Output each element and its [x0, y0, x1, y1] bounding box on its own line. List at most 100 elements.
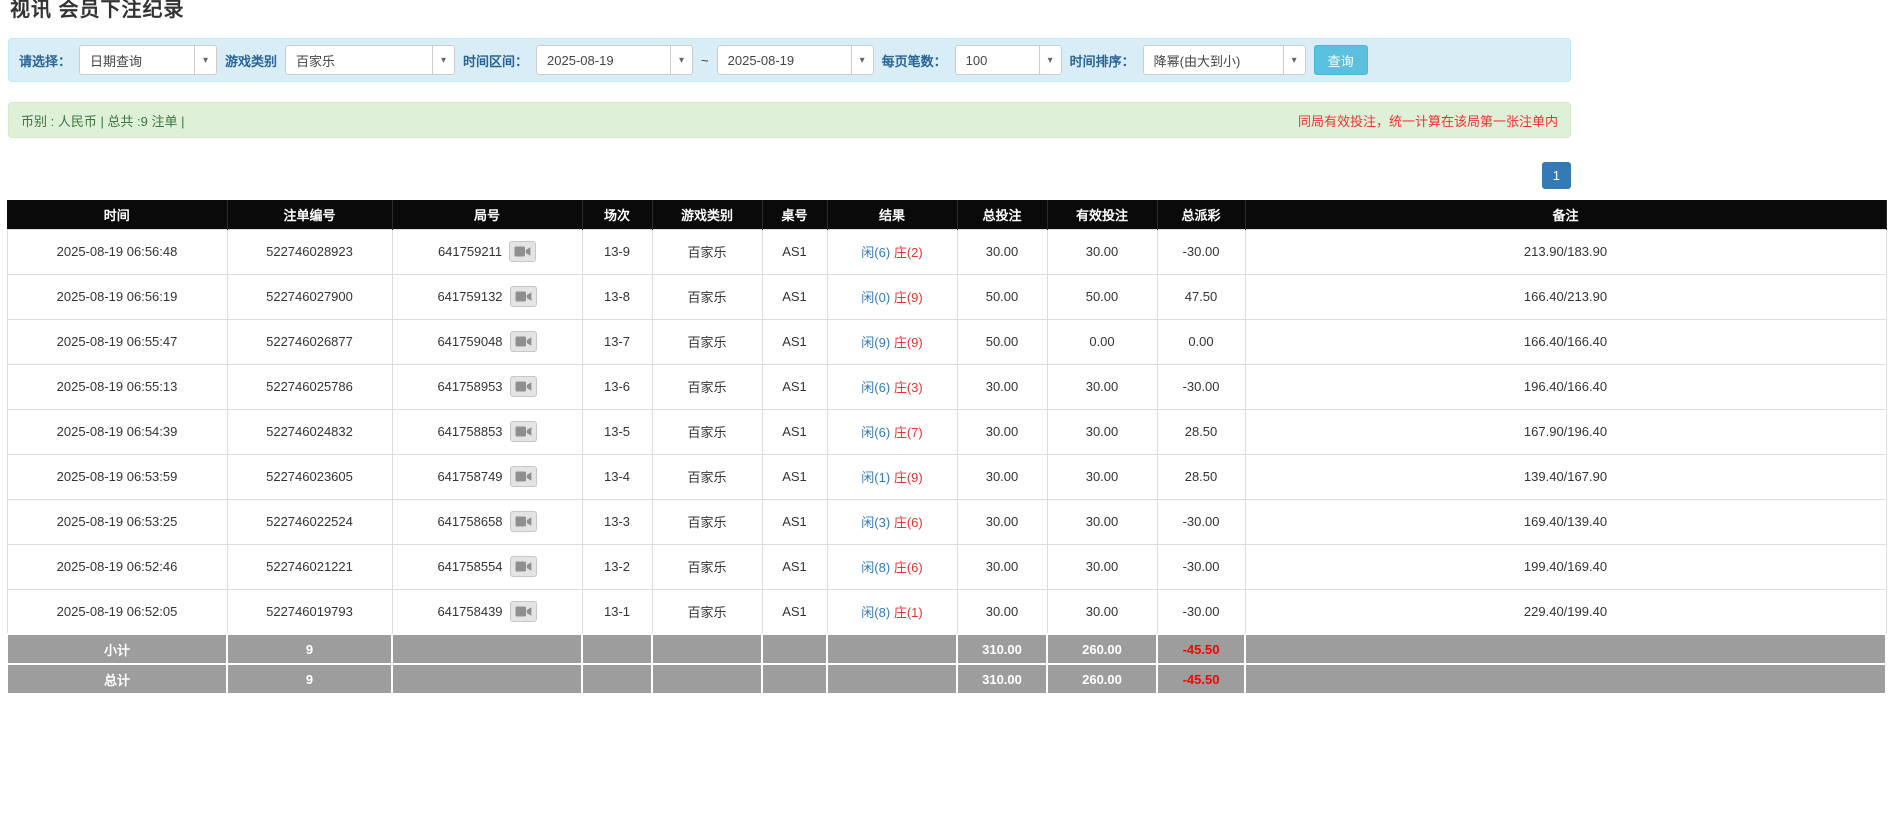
round-number: 641758658 — [437, 514, 502, 529]
total-bet-cell[interactable]: 50.00 — [957, 274, 1047, 319]
bet-id-cell: 522746028923 — [227, 229, 392, 274]
note-cell: 139.40/167.90 — [1245, 454, 1886, 499]
per-page-select[interactable]: 100 ▾ — [955, 45, 1062, 75]
round-cell: 641758749 — [392, 454, 582, 499]
banker-result: 庄(1) — [894, 605, 923, 620]
column-header: 有效投注 — [1047, 200, 1157, 229]
query-button[interactable]: 查询 — [1314, 45, 1368, 75]
round-number: 641759211 — [438, 244, 502, 259]
total-bet-cell[interactable]: 30.00 — [957, 364, 1047, 409]
total-bet-cell[interactable]: 30.00 — [957, 454, 1047, 499]
payout-cell: -30.00 — [1157, 544, 1245, 589]
table-number-cell: AS1 — [762, 274, 827, 319]
valid-bet-notice: 同局有效投注，统一计算在该局第一张注单内 — [1298, 111, 1558, 130]
table-row: 2025-08-19 06:53:25522746022524641758658… — [7, 499, 1886, 544]
note-cell: 229.40/199.40 — [1245, 589, 1886, 634]
footer-empty-cell — [652, 634, 762, 664]
footer-empty-cell — [582, 664, 652, 694]
game-type-cell: 百家乐 — [652, 229, 762, 274]
time-cell: 2025-08-19 06:53:59 — [7, 454, 227, 499]
table-row: 2025-08-19 06:54:39522746024832641758853… — [7, 409, 1886, 454]
bet-id-cell: 522746027900 — [227, 274, 392, 319]
round-number: 641759048 — [437, 334, 502, 349]
session-cell: 13-5 — [582, 409, 652, 454]
total-bet-cell[interactable]: 30.00 — [957, 499, 1047, 544]
player-result: 闲(3) — [861, 515, 890, 530]
table-row: 2025-08-19 06:53:59522746023605641758749… — [7, 454, 1886, 499]
date-to-select[interactable]: 2025-08-19 ▾ — [717, 45, 874, 75]
total-bet-cell[interactable]: 30.00 — [957, 229, 1047, 274]
video-replay-button[interactable] — [509, 241, 536, 262]
filter-bar: 请选择： 日期查询 ▾ 游戏类别 百家乐 ▾ 时间区间： 2025-08-19 … — [8, 38, 1571, 82]
banker-result: 庄(9) — [894, 470, 923, 485]
session-cell: 13-3 — [582, 499, 652, 544]
date-from-value: 2025-08-19 — [537, 53, 670, 68]
footer-valid-bet: 260.00 — [1047, 634, 1157, 664]
table-number-cell: AS1 — [762, 589, 827, 634]
video-replay-button[interactable] — [510, 601, 537, 622]
sort-order-value: 降幂(由大到小) — [1144, 51, 1283, 70]
time-cell: 2025-08-19 06:55:47 — [7, 319, 227, 364]
video-camera-icon — [515, 515, 532, 528]
sort-order-select[interactable]: 降幂(由大到小) ▾ — [1143, 45, 1306, 75]
round-number: 641758554 — [437, 559, 502, 574]
session-cell: 13-2 — [582, 544, 652, 589]
table-body: 2025-08-19 06:56:48522746028923641759211… — [7, 229, 1886, 634]
video-camera-icon — [515, 470, 532, 483]
column-header: 结果 — [827, 200, 957, 229]
table-row: 2025-08-19 06:55:13522746025786641758953… — [7, 364, 1886, 409]
video-replay-button[interactable] — [510, 376, 537, 397]
table-number-cell: AS1 — [762, 319, 827, 364]
banker-result: 庄(6) — [894, 560, 923, 575]
footer-empty-cell — [392, 634, 582, 664]
table-number-cell: AS1 — [762, 544, 827, 589]
note-cell: 213.90/183.90 — [1245, 229, 1886, 274]
player-result: 闲(8) — [861, 605, 890, 620]
video-replay-button[interactable] — [510, 556, 537, 577]
round-number: 641758439 — [437, 604, 502, 619]
bet-id-cell: 522746022524 — [227, 499, 392, 544]
player-result: 闲(9) — [861, 335, 890, 350]
round-cell: 641758853 — [392, 409, 582, 454]
valid-bet-cell: 30.00 — [1047, 589, 1157, 634]
date-mode-select[interactable]: 日期查询 ▾ — [79, 45, 217, 75]
video-replay-button[interactable] — [510, 511, 537, 532]
total-bet-cell[interactable]: 50.00 — [957, 319, 1047, 364]
video-camera-icon — [515, 560, 532, 573]
range-separator: ~ — [701, 53, 709, 68]
player-result: 闲(8) — [861, 560, 890, 575]
player-result: 闲(6) — [861, 380, 890, 395]
video-replay-button[interactable] — [510, 331, 537, 352]
total-bet-cell[interactable]: 30.00 — [957, 589, 1047, 634]
video-camera-icon — [515, 380, 532, 393]
video-replay-button[interactable] — [510, 466, 537, 487]
video-replay-button[interactable] — [510, 421, 537, 442]
game-type-select[interactable]: 百家乐 ▾ — [285, 45, 455, 75]
per-page-value: 100 — [956, 53, 1039, 68]
valid-bet-cell: 30.00 — [1047, 409, 1157, 454]
total-bet-cell[interactable]: 30.00 — [957, 544, 1047, 589]
time-cell: 2025-08-19 06:52:05 — [7, 589, 227, 634]
subtotal-row: 小计9310.00260.00-45.50 — [7, 634, 1886, 664]
date-from-select[interactable]: 2025-08-19 ▾ — [536, 45, 693, 75]
video-replay-button[interactable] — [510, 286, 537, 307]
page-1-button[interactable]: 1 — [1542, 162, 1571, 189]
footer-count: 9 — [227, 634, 392, 664]
player-result: 闲(1) — [861, 470, 890, 485]
payout-cell: 47.50 — [1157, 274, 1245, 319]
total-bet-cell[interactable]: 30.00 — [957, 409, 1047, 454]
top-container: 请选择： 日期查询 ▾ 游戏类别 百家乐 ▾ 时间区间： 2025-08-19 … — [8, 38, 1571, 189]
table-number-cell: AS1 — [762, 499, 827, 544]
result-cell: 闲(9) 庄(9) — [827, 319, 957, 364]
footer-empty-cell — [827, 664, 957, 694]
player-result: 闲(0) — [861, 290, 890, 305]
round-number: 641759132 — [437, 289, 502, 304]
video-camera-icon — [515, 425, 532, 438]
round-cell: 641759132 — [392, 274, 582, 319]
chevron-down-icon: ▾ — [670, 46, 692, 74]
valid-bet-cell: 30.00 — [1047, 454, 1157, 499]
date-mode-value: 日期查询 — [80, 51, 194, 70]
footer-payout: -45.50 — [1157, 634, 1245, 664]
chevron-down-icon: ▾ — [432, 46, 454, 74]
player-result: 闲(6) — [861, 245, 890, 260]
